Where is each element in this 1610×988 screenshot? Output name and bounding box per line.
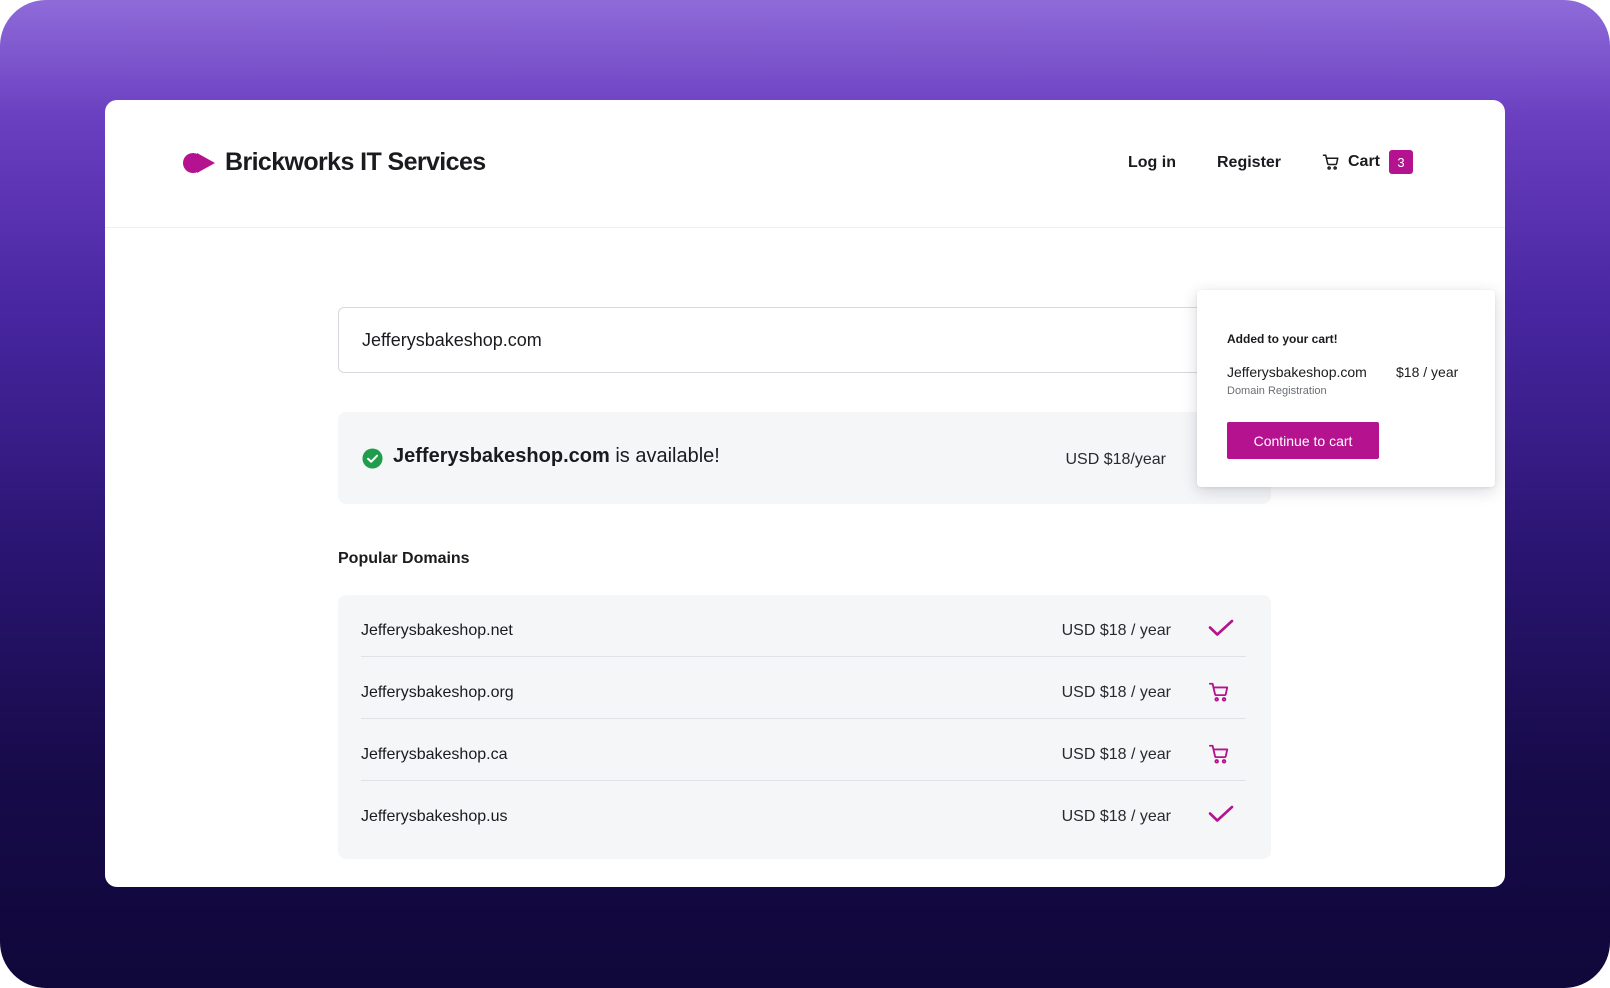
cart-icon <box>1322 154 1339 170</box>
popover-item-type: Domain Registration <box>1227 385 1327 397</box>
domain-price: USD $18 / year <box>1061 684 1171 701</box>
available-domain: Jefferysbakeshop.com <box>393 445 610 467</box>
cart-count-badge: 3 <box>1389 150 1414 174</box>
availability-message: Jefferysbakeshop.com is available! <box>393 445 720 468</box>
brand-logo[interactable]: Brickworks IT Services <box>182 148 486 177</box>
login-link[interactable]: Log in <box>1128 154 1176 172</box>
browser-window: Brickworks IT Services Log in Register C… <box>105 100 1505 887</box>
add-to-cart-icon[interactable] <box>1208 681 1234 703</box>
add-to-cart-icon[interactable] <box>1208 743 1234 765</box>
cart-label: Cart <box>1348 153 1381 170</box>
checkmark-icon[interactable] <box>1208 619 1234 641</box>
cart-button[interactable]: Cart 3 <box>1322 150 1414 174</box>
check-circle-icon <box>362 448 383 469</box>
list-item: Jefferysbakeshop.org USD $18 / year <box>361 657 1246 719</box>
list-item: Jefferysbakeshop.ca USD $18 / year <box>361 719 1246 781</box>
availability-price: USD $18/year <box>1065 451 1167 468</box>
popover-item-price: $18 / year <box>1396 364 1459 380</box>
list-item: Jefferysbakeshop.net USD $18 / year <box>361 595 1246 657</box>
popover-title: Added to your cart! <box>1227 332 1338 346</box>
domain-name: Jefferysbakeshop.us <box>361 808 508 825</box>
continue-to-cart-button[interactable]: Continue to cart <box>1227 422 1379 459</box>
popular-domains-list: Jefferysbakeshop.net USD $18 / year Jeff… <box>338 595 1271 859</box>
cart-added-popover: Added to your cart! Jefferysbakeshop.com… <box>1197 290 1495 487</box>
domain-name: Jefferysbakeshop.ca <box>361 746 508 763</box>
popover-item-domain: Jefferysbakeshop.com <box>1227 364 1367 380</box>
site-header: Brickworks IT Services Log in Register C… <box>105 100 1505 228</box>
popular-domains-title: Popular Domains <box>338 550 470 567</box>
domain-name: Jefferysbakeshop.org <box>361 684 514 701</box>
domain-name: Jefferysbakeshop.net <box>361 622 513 639</box>
brand-name: Brickworks IT Services <box>225 148 486 176</box>
domain-price: USD $18 / year <box>1061 808 1171 825</box>
domain-search-input[interactable] <box>338 307 1271 373</box>
availability-card: Jefferysbakeshop.com is available! USD $… <box>338 412 1271 504</box>
list-item: Jefferysbakeshop.us USD $18 / year <box>361 781 1246 843</box>
availability-suffix: is available! <box>609 445 720 467</box>
domain-price: USD $18 / year <box>1061 746 1171 763</box>
register-link[interactable]: Register <box>1217 154 1281 172</box>
domain-price: USD $18 / year <box>1061 622 1171 639</box>
checkmark-icon[interactable] <box>1208 805 1234 827</box>
logo-mark-icon <box>183 152 215 173</box>
